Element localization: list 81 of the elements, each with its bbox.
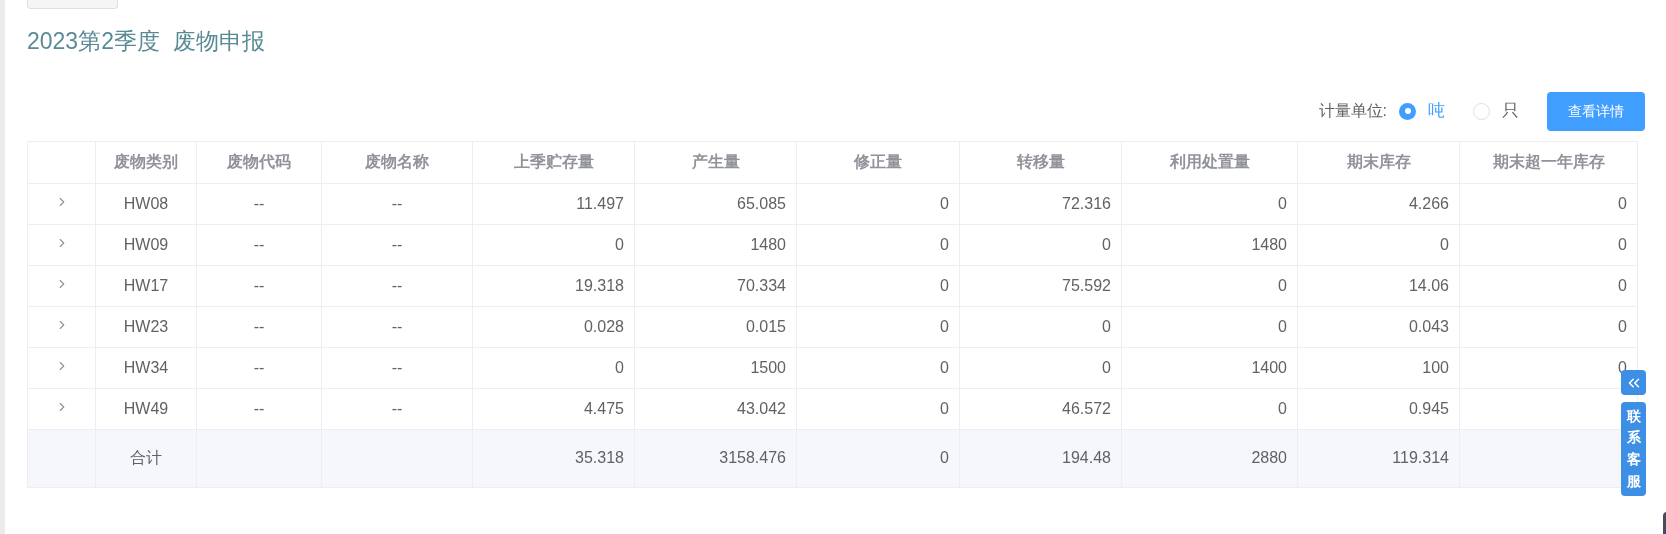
total-cell: 194.48 [959, 429, 1122, 487]
table-cell: 43.042 [634, 388, 797, 429]
column-header: 期末库存 [1297, 141, 1460, 183]
table-cell: 11.497 [472, 183, 635, 224]
table-cell: 0 [796, 306, 960, 347]
table-cell: 19.318 [472, 265, 635, 306]
table-cell: HW34 [95, 347, 197, 388]
table-cell: -- [196, 183, 322, 224]
table-cell: -- [321, 224, 473, 265]
table-cell: 0 [796, 224, 960, 265]
table-cell: 0 [1297, 224, 1460, 265]
view-details-button[interactable]: 查看详情 [1547, 91, 1645, 131]
table-cell: 0 [1459, 306, 1638, 347]
table-cell: -- [196, 265, 322, 306]
total-cell: 0 [796, 429, 960, 487]
table-cell: 1480 [1121, 224, 1298, 265]
table-cell: -- [321, 347, 473, 388]
table-cell: 0 [796, 265, 960, 306]
table-cell: -- [321, 306, 473, 347]
table-cell: 0 [796, 347, 960, 388]
table-cell: 0 [796, 183, 960, 224]
table-cell: 1480 [634, 224, 797, 265]
table-cell: 70.334 [634, 265, 797, 306]
column-header: 修正量 [796, 141, 960, 183]
total-label: 合计 [95, 429, 197, 487]
page-title: 2023第2季度 废物申报 [27, 27, 266, 56]
table-cell: 0.015 [634, 306, 797, 347]
table-cell: 0 [1121, 388, 1298, 429]
table-cell: 0 [959, 224, 1122, 265]
total-cell: 35.318 [472, 429, 635, 487]
column-header: 期末超一年库存 [1459, 141, 1638, 183]
column-header: 利用处置量 [1121, 141, 1298, 183]
table-cell: 0 [959, 347, 1122, 388]
total-cell: 3158.476 [634, 429, 797, 487]
unit-radio[interactable]: 吨 [1399, 98, 1445, 124]
table-cell: 0 [1459, 183, 1638, 224]
contact-service-button[interactable]: 联系客服 [1621, 402, 1646, 496]
table-cell: 1500 [634, 347, 797, 388]
table-cell: -- [321, 265, 473, 306]
table-cell: 0 [1459, 224, 1638, 265]
table-cell: -- [196, 306, 322, 347]
table-cell: 0 [1121, 183, 1298, 224]
unit-label: 计量单位: [1318, 101, 1387, 121]
table-cell: 0 [472, 224, 635, 265]
table-cell: 0 [1121, 265, 1298, 306]
column-header: 废物代码 [196, 141, 322, 183]
table-cell: -- [321, 388, 473, 429]
table-cell: 46.572 [959, 388, 1122, 429]
unit-radio[interactable]: 只 [1473, 98, 1519, 124]
table-cell: 100 [1297, 347, 1460, 388]
table-cell: HW49 [95, 388, 197, 429]
table-cell: -- [321, 183, 473, 224]
table-cell: 0 [796, 388, 960, 429]
table-cell: 4.475 [472, 388, 635, 429]
column-header: 产生量 [634, 141, 797, 183]
column-header: 上季贮存量 [472, 141, 635, 183]
column-header: 转移量 [959, 141, 1122, 183]
table-cell: HW08 [95, 183, 197, 224]
table-cell: HW09 [95, 224, 197, 265]
table-cell: 72.316 [959, 183, 1122, 224]
table-cell: 0 [472, 347, 635, 388]
table-cell: HW23 [95, 306, 197, 347]
table-cell: -- [196, 347, 322, 388]
table-cell: 0 [1121, 306, 1298, 347]
table-cell: 0.028 [472, 306, 635, 347]
table-cell: -- [196, 224, 322, 265]
table-cell: 4.266 [1297, 183, 1460, 224]
column-header: 废物类别 [95, 141, 197, 183]
table-cell: 75.592 [959, 265, 1122, 306]
column-header: 废物名称 [321, 141, 473, 183]
table-cell: -- [196, 388, 322, 429]
table-cell: 0.043 [1297, 306, 1460, 347]
table-cell: HW17 [95, 265, 197, 306]
table-cell: 0.945 [1297, 388, 1460, 429]
table-cell: 0 [959, 306, 1122, 347]
total-cell: 119.314 [1297, 429, 1460, 487]
total-cell: 2880 [1121, 429, 1298, 487]
table-cell: 1400 [1121, 347, 1298, 388]
table-cell: 65.085 [634, 183, 797, 224]
table-cell: 14.06 [1297, 265, 1460, 306]
table-cell: 0 [1459, 265, 1638, 306]
